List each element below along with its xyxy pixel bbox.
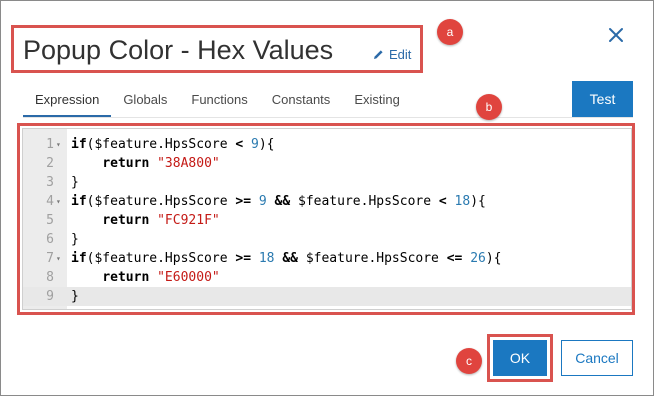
fold-arrow-icon[interactable]: ▾ [56,192,61,211]
test-button[interactable]: Test [572,81,633,117]
code-token: ){ [485,251,502,266]
code-token: return [102,270,150,285]
code-text: return "E60000" [71,268,220,287]
code-token: >= [235,194,252,209]
ok-button[interactable]: OK [493,340,547,376]
code-token: ($feature.HpsScore [86,251,236,266]
code-line[interactable]: 7 ▾ if($feature.HpsScore >= 18 && $feature… [23,249,631,268]
tab-bar: Expression Globals Functions Constants Exist… [23,91,412,117]
code-token: < [438,194,447,209]
code-text: if($feature.HpsScore >= 18 && $feature.H… [71,249,502,268]
code-token: 18 [258,251,275,266]
line-number: 9 [46,289,54,304]
code-line[interactable]: 8 return "E60000" [23,268,631,287]
code-token: 26 [470,251,486,266]
code-text: } [71,287,79,306]
code-text: return "FC921F" [71,211,220,230]
code-text: if($feature.HpsScore >= 9 && $feature.Hp… [71,192,486,211]
pencil-icon [374,50,383,59]
code-token: $feature.HpsScore [290,194,439,209]
code-token: && [282,251,298,266]
code-token: 9 [251,137,259,152]
line-number: 5 [46,213,54,228]
line-number: 2 [46,156,54,171]
code-text: } [71,173,79,192]
tab-divider [23,117,633,118]
tab-existing[interactable]: Existing [342,91,412,115]
edit-label: Edit [389,47,412,62]
code-text: return "38A800" [71,154,220,173]
code-text: if($feature.HpsScore < 9){ [71,135,275,154]
code-token: "FC921F" [157,213,220,228]
code-line[interactable]: 2 return "38A800" [23,154,631,173]
line-number: 1 [46,137,54,152]
close-icon [609,28,623,42]
code-line[interactable]: 5 return "FC921F" [23,211,631,230]
line-number: 4 [46,194,54,209]
code-token: ){ [470,194,486,209]
code-token: ($feature.HpsScore [86,194,236,209]
code-line[interactable]: 1 ▾ if($feature.HpsScore < 9){ [23,135,631,154]
tab-globals[interactable]: Globals [111,91,179,115]
fold-arrow-icon[interactable]: ▾ [56,135,61,154]
code-token: } [71,289,79,304]
code-token: if [71,137,87,152]
code-token: "38A800" [157,156,220,171]
code-token: } [71,175,79,190]
line-number: 3 [46,175,54,190]
close-button[interactable] [604,23,628,47]
code-token: ){ [258,137,275,152]
line-number: 7 [46,251,54,266]
annotation-marker-a: a [437,19,463,45]
code-line[interactable]: 4 ▾ if($feature.HpsScore >= 9 && $feature.… [23,192,631,211]
code-text: } [71,230,79,249]
cancel-button[interactable]: Cancel [561,340,633,376]
code-token: 9 [258,194,267,209]
tab-constants[interactable]: Constants [260,91,343,115]
fold-arrow-icon[interactable]: ▾ [56,249,61,268]
code-line[interactable]: 6} [23,230,631,249]
code-token: "E60000" [157,270,220,285]
code-line[interactable]: 3} [23,173,631,192]
line-number: 6 [46,232,54,247]
code-token: return [102,156,150,171]
expression-editor[interactable]: 1 ▾ if($feature.HpsScore < 9){2 return "38… [22,128,632,310]
code-token: 18 [454,194,471,209]
line-number: 8 [46,270,54,285]
code-token: >= [235,251,252,266]
expression-dialog: Popup Color - Hex Values Edit a Expressi… [0,0,654,396]
code-token: $feature.HpsScore [298,251,447,266]
dialog-title: Popup Color - Hex Values [23,35,334,65]
code-token: <= [446,251,463,266]
annotation-marker-b: b [476,94,502,120]
tab-functions[interactable]: Functions [179,91,259,115]
code-token: && [274,194,291,209]
code-token: if [71,251,87,266]
code-line[interactable]: 9} [23,287,631,306]
annotation-marker-c: c [456,348,482,374]
tab-expression[interactable]: Expression [23,91,112,117]
code-token: return [102,213,150,228]
code-token: if [71,194,87,209]
edit-title-link[interactable]: Edit [373,47,411,62]
code-token: } [71,232,79,247]
code-token: ($feature.HpsScore [86,137,236,152]
